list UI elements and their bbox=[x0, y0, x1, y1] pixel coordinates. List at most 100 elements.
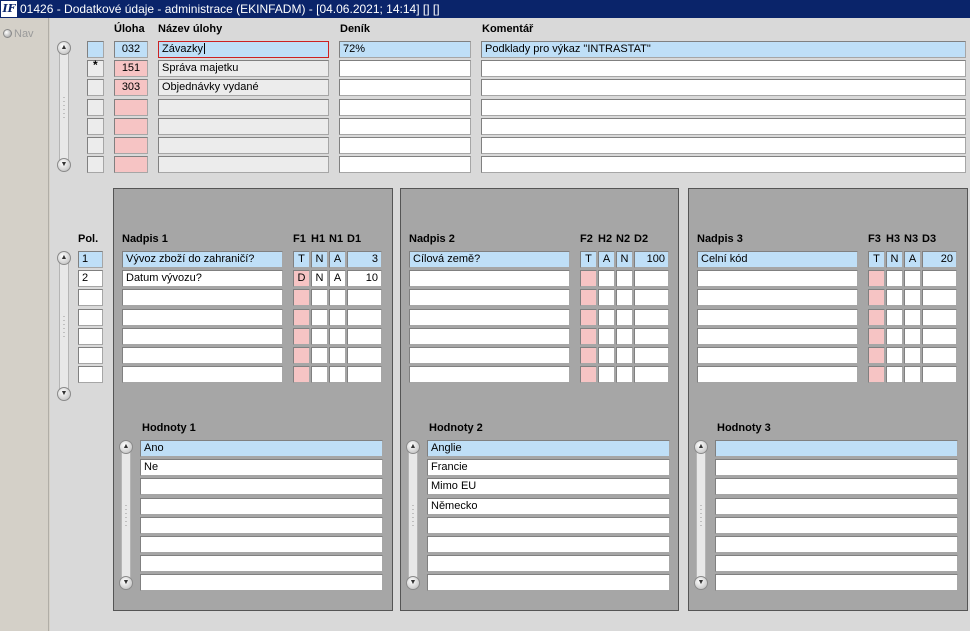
hodnoty-scrollbar-3[interactable]: ▲ ▼ · · · · · · bbox=[694, 440, 708, 590]
n-field[interactable] bbox=[904, 328, 921, 345]
uloha-field[interactable] bbox=[114, 156, 148, 173]
d-field[interactable] bbox=[922, 328, 957, 345]
scroll-down-icon[interactable]: ▼ bbox=[119, 576, 133, 590]
row-marker[interactable] bbox=[87, 156, 104, 173]
pol-field[interactable] bbox=[78, 366, 103, 383]
d-field[interactable] bbox=[347, 366, 382, 383]
d-field[interactable] bbox=[634, 328, 669, 345]
d-field[interactable] bbox=[347, 289, 382, 306]
n-field[interactable]: A bbox=[329, 251, 346, 268]
h-field[interactable] bbox=[311, 309, 328, 326]
uloha-field[interactable]: 032 bbox=[114, 41, 148, 58]
uloha-field[interactable] bbox=[114, 118, 148, 135]
f-field[interactable] bbox=[868, 366, 885, 383]
f-field[interactable] bbox=[868, 289, 885, 306]
top-scrollbar[interactable]: ▲ ▼ · · · · · · bbox=[57, 41, 71, 172]
nadpis-field[interactable] bbox=[409, 366, 570, 383]
pol-field[interactable] bbox=[78, 347, 103, 364]
nadpis-field[interactable] bbox=[409, 347, 570, 364]
nazev-ulohy-field[interactable] bbox=[158, 118, 329, 135]
hodnoty-field[interactable] bbox=[715, 440, 958, 457]
scroll-down-icon[interactable]: ▼ bbox=[57, 158, 71, 172]
n-field[interactable] bbox=[904, 347, 921, 364]
hodnoty-scrollbar-1[interactable]: ▲ ▼ · · · · · · bbox=[119, 440, 133, 590]
n-field[interactable]: A bbox=[904, 251, 921, 268]
n-field[interactable] bbox=[904, 309, 921, 326]
hodnoty-field[interactable]: Anglie bbox=[427, 440, 670, 457]
denik-field[interactable] bbox=[339, 79, 471, 96]
komentar-field[interactable] bbox=[481, 99, 966, 116]
denik-field[interactable] bbox=[339, 156, 471, 173]
row-marker[interactable] bbox=[87, 99, 104, 116]
denik-field[interactable]: 72% bbox=[339, 41, 471, 58]
d-field[interactable] bbox=[922, 347, 957, 364]
pol-field[interactable]: 1 bbox=[78, 251, 103, 268]
hodnoty-field[interactable] bbox=[715, 574, 958, 591]
hodnoty-field[interactable] bbox=[715, 517, 958, 534]
scroll-grip-icon[interactable]: · · · · · · bbox=[123, 501, 129, 530]
nazev-ulohy-field[interactable] bbox=[158, 99, 329, 116]
nadpis-field[interactable] bbox=[409, 270, 570, 287]
scroll-grip-icon[interactable]: · · · · · · bbox=[61, 93, 67, 122]
hodnoty-field[interactable] bbox=[140, 478, 383, 495]
d-field[interactable] bbox=[922, 270, 957, 287]
h-field[interactable] bbox=[598, 347, 615, 364]
d-field[interactable]: 100 bbox=[634, 251, 669, 268]
scroll-down-icon[interactable]: ▼ bbox=[694, 576, 708, 590]
h-field[interactable] bbox=[598, 366, 615, 383]
h-field[interactable] bbox=[598, 328, 615, 345]
f-field[interactable] bbox=[293, 289, 310, 306]
d-field[interactable] bbox=[922, 309, 957, 326]
nazev-ulohy-field[interactable] bbox=[158, 137, 329, 154]
nadpis-field[interactable] bbox=[697, 347, 858, 364]
f-field[interactable] bbox=[868, 270, 885, 287]
hodnoty-field[interactable] bbox=[140, 555, 383, 572]
n-field[interactable] bbox=[329, 289, 346, 306]
h-field[interactable] bbox=[311, 347, 328, 364]
f-field[interactable]: T bbox=[868, 251, 885, 268]
nadpis-field[interactable] bbox=[409, 328, 570, 345]
komentar-field[interactable] bbox=[481, 137, 966, 154]
nadpis-field[interactable] bbox=[697, 366, 858, 383]
hodnoty-field[interactable] bbox=[140, 498, 383, 515]
h-field[interactable] bbox=[311, 328, 328, 345]
f-field[interactable] bbox=[868, 328, 885, 345]
d-field[interactable]: 10 bbox=[347, 270, 382, 287]
scroll-down-icon[interactable]: ▼ bbox=[406, 576, 420, 590]
h-field[interactable]: N bbox=[311, 251, 328, 268]
hodnoty-scrollbar-2[interactable]: ▲ ▼ · · · · · · bbox=[406, 440, 420, 590]
h-field[interactable]: N bbox=[311, 270, 328, 287]
nadpis-field[interactable] bbox=[409, 289, 570, 306]
nadpis-field[interactable] bbox=[697, 270, 858, 287]
komentar-field[interactable] bbox=[481, 156, 966, 173]
f-field[interactable] bbox=[293, 347, 310, 364]
row-marker[interactable] bbox=[87, 41, 104, 58]
hodnoty-field[interactable] bbox=[140, 517, 383, 534]
uloha-field[interactable] bbox=[114, 99, 148, 116]
h-field[interactable] bbox=[311, 366, 328, 383]
pol-field[interactable] bbox=[78, 309, 103, 326]
nadpis-field[interactable] bbox=[122, 328, 283, 345]
d-field[interactable] bbox=[347, 328, 382, 345]
n-field[interactable] bbox=[616, 328, 633, 345]
scroll-grip-icon[interactable]: · · · · · · bbox=[698, 501, 704, 530]
komentar-field[interactable] bbox=[481, 118, 966, 135]
n-field[interactable] bbox=[616, 347, 633, 364]
nadpis-field[interactable] bbox=[697, 328, 858, 345]
nav-button[interactable]: Nav bbox=[3, 28, 34, 40]
d-field[interactable]: 20 bbox=[922, 251, 957, 268]
n-field[interactable] bbox=[329, 309, 346, 326]
f-field[interactable]: T bbox=[580, 251, 597, 268]
h-field[interactable]: A bbox=[598, 251, 615, 268]
f-field[interactable]: T bbox=[293, 251, 310, 268]
f-field[interactable] bbox=[868, 309, 885, 326]
pol-field[interactable]: 2 bbox=[78, 270, 103, 287]
nazev-ulohy-field[interactable]: Správa majetku bbox=[158, 60, 329, 77]
n-field[interactable] bbox=[616, 270, 633, 287]
nadpis-field[interactable] bbox=[122, 309, 283, 326]
hodnoty-field[interactable]: Francie bbox=[427, 459, 670, 476]
komentar-field[interactable]: Podklady pro výkaz "INTRASTAT" bbox=[481, 41, 966, 58]
n-field[interactable] bbox=[904, 366, 921, 383]
denik-field[interactable] bbox=[339, 99, 471, 116]
h-field[interactable] bbox=[886, 270, 903, 287]
